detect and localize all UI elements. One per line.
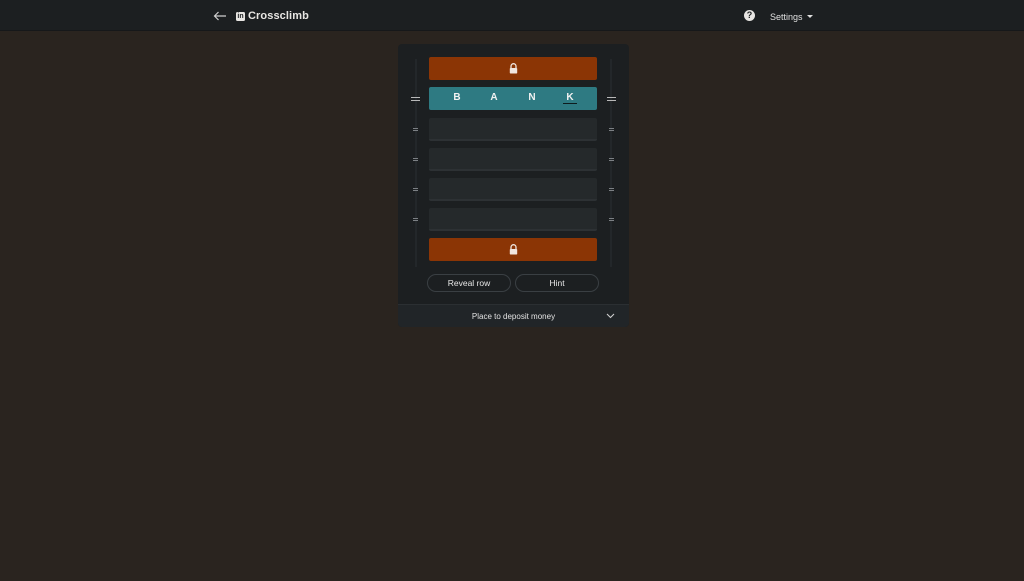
drag-handle-icon[interactable] (411, 97, 420, 101)
drag-handle-icon[interactable] (413, 218, 418, 221)
word-row[interactable] (429, 148, 597, 171)
letter-cell[interactable]: A (489, 92, 499, 103)
right-rail (610, 59, 612, 267)
drag-handle-icon[interactable] (609, 188, 614, 191)
settings-label: Settings (770, 11, 803, 22)
reveal-row-button[interactable]: Reveal row (427, 274, 511, 292)
top-bar: in Crossclimb ? Settings (0, 0, 1024, 31)
clue-text: Place to deposit money (471, 312, 556, 321)
brand[interactable]: in Crossclimb (236, 9, 309, 23)
drag-handle-icon[interactable] (413, 158, 418, 161)
linkedin-icon: in (236, 11, 245, 21)
letter-cell[interactable]: N (527, 92, 537, 103)
lock-icon (509, 63, 517, 74)
caret-down-icon (806, 15, 813, 18)
drag-handle-icon[interactable] (609, 128, 614, 131)
left-rail (415, 59, 417, 267)
drag-handle-icon[interactable] (413, 188, 418, 191)
text-cursor (563, 103, 577, 104)
back-button[interactable] (211, 8, 229, 24)
arrow-left-icon (213, 11, 226, 21)
locked-row-bottom[interactable] (429, 238, 597, 261)
settings-button[interactable]: Settings (770, 10, 813, 23)
word-row[interactable] (429, 208, 597, 231)
locked-row-top[interactable] (429, 57, 597, 80)
word-row-active[interactable]: B A N K (429, 87, 597, 110)
word-row[interactable] (429, 178, 597, 201)
word-row[interactable] (429, 118, 597, 141)
question-circle-icon[interactable]: ? (744, 10, 755, 21)
hint-button[interactable]: Hint (515, 274, 599, 292)
game-board: B A N K Reveal row Hint Place to deposit… (398, 44, 629, 327)
letter-cell[interactable]: B (452, 92, 462, 103)
drag-handle-icon[interactable] (607, 97, 616, 101)
drag-handle-icon[interactable] (609, 158, 614, 161)
drag-handle-icon[interactable] (609, 218, 614, 221)
lock-icon (509, 244, 517, 255)
clue-bar[interactable]: Place to deposit money (398, 304, 629, 327)
page-title: Crossclimb (248, 10, 309, 22)
chevron-down-icon[interactable] (606, 313, 615, 319)
drag-handle-icon[interactable] (413, 128, 418, 131)
letter-cell[interactable]: K (565, 92, 575, 103)
